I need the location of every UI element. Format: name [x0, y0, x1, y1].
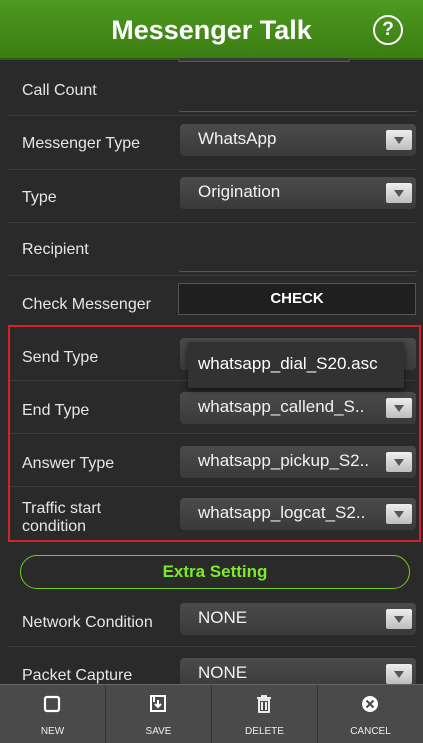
call-count-input[interactable] — [178, 80, 418, 112]
network-condition-value: NONE — [198, 608, 248, 627]
type-select[interactable]: Origination — [180, 177, 416, 209]
check-button[interactable]: CHECK — [178, 283, 416, 315]
trash-icon — [257, 695, 271, 713]
delete-label: DELETE — [245, 726, 284, 737]
help-icon[interactable]: ? — [373, 15, 403, 45]
recipient-label: Recipient — [22, 241, 89, 258]
dropdown-arrow-icon — [386, 664, 412, 684]
new-icon — [43, 695, 61, 713]
messenger-type-value: WhatsApp — [198, 129, 277, 148]
messenger-type-select[interactable]: WhatsApp — [180, 124, 416, 156]
recipient-input[interactable] — [178, 240, 418, 272]
extra-setting-button[interactable]: Extra Setting — [20, 555, 410, 589]
save-icon — [150, 695, 166, 712]
network-condition-select[interactable]: NONE — [180, 603, 416, 635]
app-header: Messenger Talk ? — [0, 0, 423, 60]
packet-capture-label: Packet Capture — [22, 667, 133, 684]
type-value: Origination — [198, 182, 281, 201]
save-button[interactable]: SAVE — [106, 685, 212, 743]
check-messenger-label: Check Messenger — [22, 296, 151, 313]
network-condition-label: Network Condition — [22, 614, 153, 631]
cancel-label: CANCEL — [350, 726, 391, 737]
call-count-label: Call Count — [22, 82, 97, 99]
delete-button[interactable]: DELETE — [212, 685, 318, 743]
cancel-button[interactable]: CANCEL — [318, 685, 423, 743]
page-title: Messenger Talk — [111, 15, 312, 45]
cancel-icon — [362, 696, 378, 712]
dropdown-arrow-icon — [386, 130, 412, 150]
send-type-tooltip[interactable]: whatsapp_dial_S20.asc — [188, 342, 404, 388]
new-button[interactable]: NEW — [0, 685, 106, 743]
bottom-toolbar: NEW SAVE DELETE CANCEL — [0, 684, 423, 743]
new-label: NEW — [40, 726, 65, 737]
dropdown-arrow-icon — [386, 609, 412, 629]
dropdown-arrow-icon — [386, 183, 412, 203]
type-label: Type — [22, 189, 57, 206]
messenger-type-label: Messenger Type — [22, 135, 140, 152]
save-label: SAVE — [145, 726, 172, 737]
